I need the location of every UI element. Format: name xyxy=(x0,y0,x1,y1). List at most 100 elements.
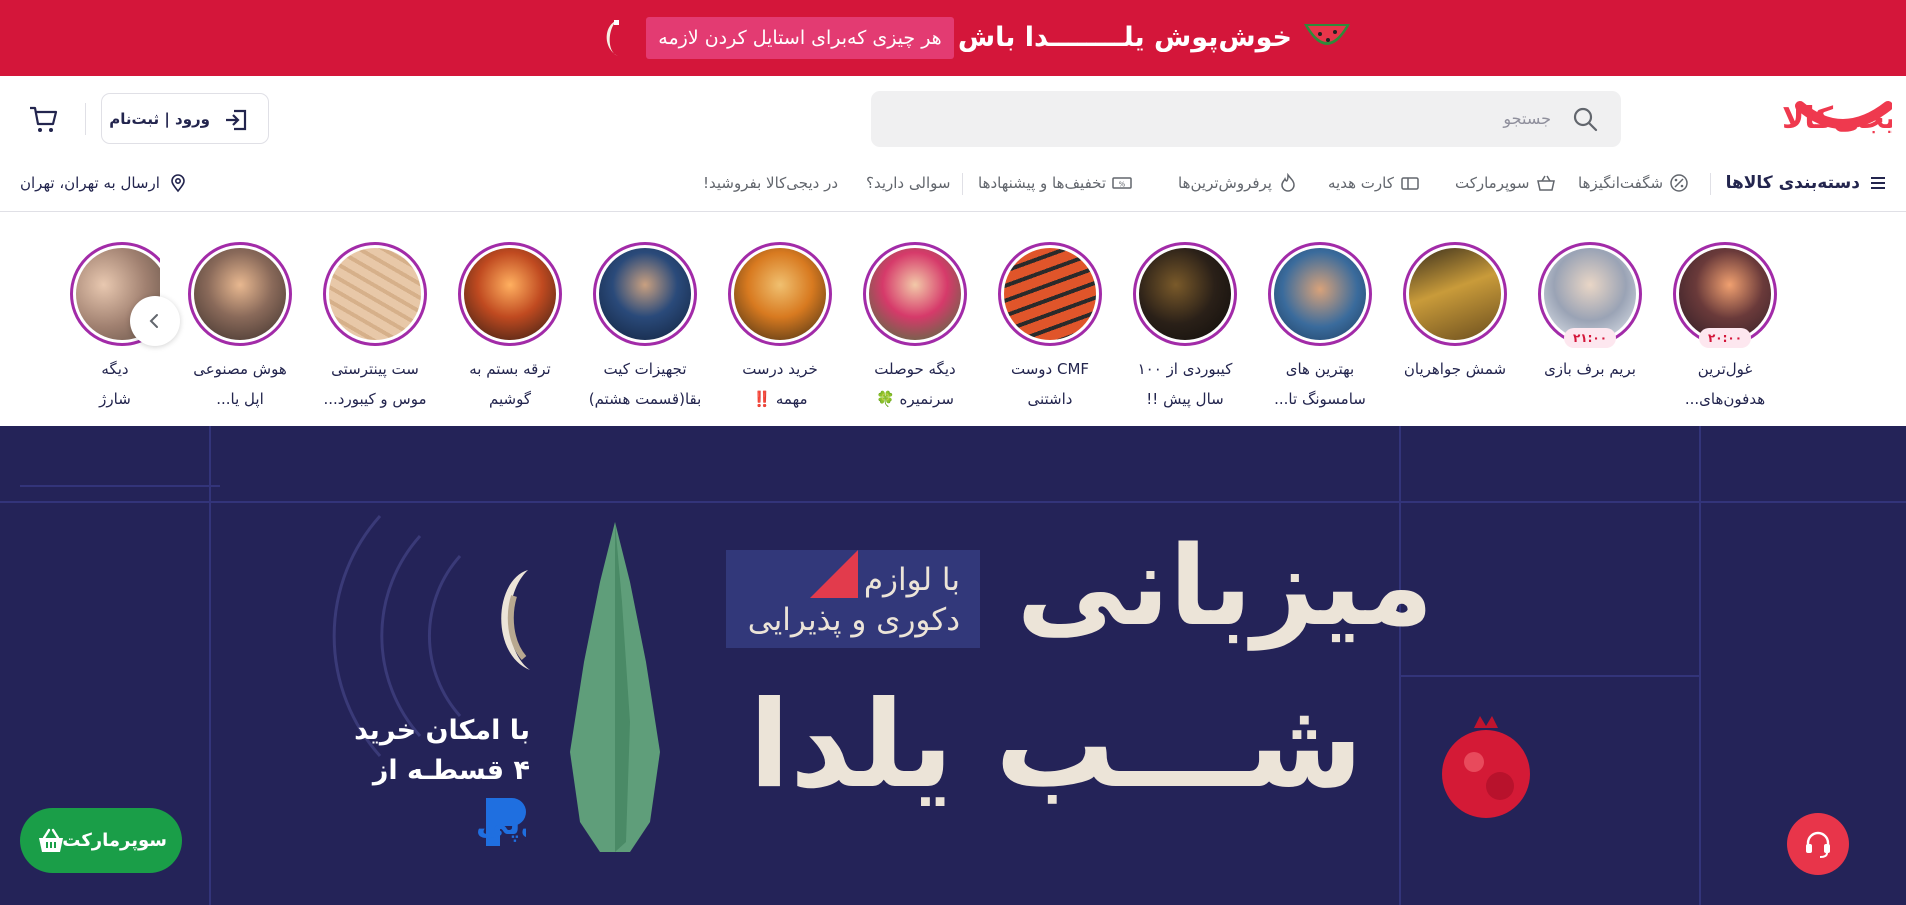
story-subtitle: گوشیم xyxy=(489,390,531,408)
cart-icon[interactable] xyxy=(28,104,58,134)
chevron-left-icon xyxy=(149,314,158,328)
supermarket-label: سوپرمارکت xyxy=(62,830,167,851)
gift-card-icon xyxy=(1401,177,1419,190)
installment-line2: ۴ قسطـه از xyxy=(372,755,530,786)
nav-item-best-sellers[interactable]: پرفروش‌ترین‌ها xyxy=(1178,168,1298,198)
search-input[interactable]: جستجو xyxy=(871,91,1621,147)
cypress-tree-icon xyxy=(570,522,660,852)
search-icon xyxy=(1573,107,1598,132)
nav-label: کارت هدیه xyxy=(1328,174,1394,192)
nav-item-discounts[interactable]: % تخفیف‌ها و پیشنهادها xyxy=(978,168,1132,198)
story-item[interactable]: شمش جواهریان xyxy=(1390,230,1520,420)
search-placeholder: جستجو xyxy=(1503,109,1551,128)
login-button[interactable]: ورود | ثبت‌نام xyxy=(101,93,269,144)
story-subtitle: سال پیش !! xyxy=(1146,390,1224,408)
hero-title-line2: شـــب یلدا xyxy=(748,676,1364,815)
story-thumbnail xyxy=(599,248,691,340)
basket-icon xyxy=(39,828,63,852)
story-subtitle: هدفون‌های... xyxy=(1684,390,1766,408)
story-item[interactable]: تجهیزات کیت بقا(قسمت هشتم) xyxy=(580,230,710,420)
story-item[interactable]: ست پینترستی موس و کیبورد... xyxy=(310,230,440,420)
story-title: بریم برف بازی xyxy=(1544,360,1636,378)
site-header: دیجی‌کالا جستجو ورود | ثبت‌نام دسته‌بندی… xyxy=(0,76,1906,212)
story-thumbnail xyxy=(1679,248,1771,340)
story-time-badge: ۲۰:۰۰ xyxy=(1699,328,1751,348)
nav-label: سوالی دارید؟ xyxy=(866,174,951,192)
nav-divider xyxy=(1710,173,1711,195)
pixel-moon-icon xyxy=(501,570,530,670)
story-thumbnail xyxy=(1004,248,1096,340)
svg-text:%: % xyxy=(1119,181,1126,189)
story-subtitle: داشتنی xyxy=(1027,390,1073,408)
story-title: کیبوردی از ۱۰۰ xyxy=(1137,360,1233,378)
story-thumbnail xyxy=(194,248,286,340)
story-subtitle: بقا(قسمت هشتم) xyxy=(588,390,702,408)
digikala-logo[interactable]: دیجی‌کالا xyxy=(1642,94,1892,140)
story-title: بهترین های xyxy=(1285,360,1355,378)
story-time-badge: ۲۱:۰۰ xyxy=(1564,328,1616,348)
story-title: ترقه بستم به xyxy=(469,360,551,378)
stories-carousel: ۲۰:۰۰ غول‌ترین هدفون‌های... ۲۱:۰۰ بریم ب… xyxy=(0,212,1906,426)
story-title: غول‌ترین xyxy=(1697,360,1753,378)
story-title: هوش مصنوعی xyxy=(193,360,287,378)
story-item[interactable]: خرید درست مهمه ‼️ xyxy=(715,230,845,420)
stories-next-button[interactable] xyxy=(130,296,180,346)
hero-badge-line2: دکوری و پذیرایی xyxy=(747,602,960,638)
story-item[interactable]: هوش مصنوعی اپل یا... xyxy=(175,230,305,420)
story-subtitle: شارژ xyxy=(99,390,131,408)
story-item[interactable]: ترقه بستم به گوشیم xyxy=(445,230,575,420)
hero-badge-line1: با لوازم xyxy=(863,562,960,598)
percent-badge-icon xyxy=(1670,174,1688,192)
nav-item-sell-on-digikala[interactable]: در دیجی‌کالا بفروشید! xyxy=(703,168,838,198)
story-thumbnail xyxy=(734,248,826,340)
categories-menu[interactable]: دسته‌بندی کالاها xyxy=(1726,168,1888,198)
nav-item-supermarket[interactable]: سوپرمارکت xyxy=(1455,168,1556,198)
digipay-logo: دیجی‌پی xyxy=(476,798,526,846)
story-subtitle: سامسونگ تا... xyxy=(1274,390,1366,408)
support-chat-button[interactable] xyxy=(1787,813,1849,875)
hero-title-line1: میزبانی xyxy=(1016,522,1434,650)
story-title: خرید درست xyxy=(742,360,818,378)
story-title: ست پینترستی xyxy=(331,360,419,378)
story-subtitle: مهمه ‼️ xyxy=(752,390,808,408)
story-thumbnail xyxy=(1544,248,1636,340)
story-title: CMF دوست xyxy=(1010,360,1090,378)
location-pin-icon xyxy=(171,174,185,193)
promo-banner[interactable]: خوش‌پوش یلــــــــدا باش هر چیزی که‌برای… xyxy=(0,0,1906,76)
hero-background-pattern xyxy=(0,426,1906,905)
supermarket-floating-button[interactable]: سوپرمارکت xyxy=(20,808,182,873)
nav-label: پرفروش‌ترین‌ها xyxy=(1178,174,1272,192)
hero-banner[interactable]: میزبانی شـــب یلدا با لوازم دکوری و پذیر… xyxy=(0,426,1906,905)
moon-icon xyxy=(606,20,619,56)
story-item[interactable]: ۲۱:۰۰ بریم برف بازی xyxy=(1525,230,1655,420)
story-subtitle: اپل یا... xyxy=(216,390,264,408)
story-title: دیگه حوصلت xyxy=(874,360,956,378)
shipping-location[interactable]: ارسال به تهران، تهران xyxy=(20,168,188,198)
story-title: دیگه xyxy=(101,360,129,378)
nav-divider xyxy=(962,173,963,195)
nav-item-gift-card[interactable]: کارت هدیه xyxy=(1328,168,1420,198)
nav-label: تخفیف‌ها و پیشنهادها xyxy=(978,174,1107,192)
hero-installment-text: با امکان خرید ۴ قسطـه از xyxy=(330,711,530,791)
story-thumbnail xyxy=(329,248,421,340)
story-item[interactable]: CMF دوست داشتنی xyxy=(985,230,1115,420)
story-item[interactable]: ۲۰:۰۰ غول‌ترین هدفون‌های... xyxy=(1660,230,1790,420)
hamburger-icon xyxy=(1871,177,1885,189)
story-item[interactable]: بهترین های سامسونگ تا... xyxy=(1255,230,1385,420)
header-divider xyxy=(85,103,86,135)
story-subtitle: موس و کیبورد... xyxy=(323,390,427,408)
story-item[interactable]: کیبوردی از ۱۰۰ سال پیش !! xyxy=(1120,230,1250,420)
coupon-icon: % xyxy=(1112,177,1132,189)
nav-label: سوپرمارکت xyxy=(1455,174,1530,192)
hero-badge: با لوازم دکوری و پذیرایی xyxy=(726,550,980,648)
nav-label: در دیجی‌کالا بفروشید! xyxy=(703,174,839,192)
story-thumbnail xyxy=(1409,248,1501,340)
categories-label: دسته‌بندی کالاها xyxy=(1725,173,1860,193)
story-thumbnail xyxy=(869,248,961,340)
nav-item-amazing-offers[interactable]: شگفت‌انگیزها xyxy=(1578,168,1689,198)
nav-item-faq[interactable]: سوالی دارید؟ xyxy=(866,168,950,198)
story-item[interactable]: دیگه حوصلت سرنمیره 🍀 xyxy=(850,230,980,420)
promo-headline: خوش‌پوش یلــــــــدا باش xyxy=(957,22,1292,53)
fire-icon xyxy=(1281,173,1295,192)
story-title: تجهیزات کیت xyxy=(603,360,687,378)
